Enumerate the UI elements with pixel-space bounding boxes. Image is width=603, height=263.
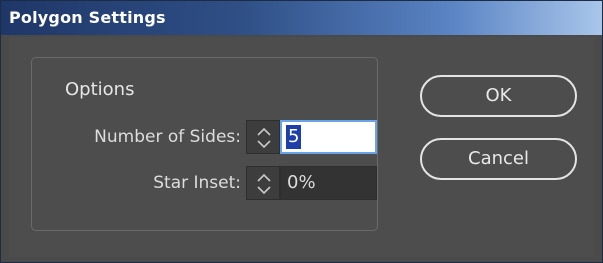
polygon-settings-dialog: Polygon Settings Options Number of Sides… bbox=[0, 0, 603, 263]
star-inset-value: 0% bbox=[287, 172, 316, 193]
options-group-legend: Options bbox=[55, 79, 143, 101]
number-of-sides-input[interactable]: 5 bbox=[280, 120, 377, 154]
ok-button[interactable]: OK bbox=[420, 75, 577, 117]
up-down-arrows-icon bbox=[257, 173, 271, 195]
dialog-title: Polygon Settings bbox=[9, 8, 166, 27]
title-bar: Polygon Settings bbox=[1, 1, 602, 35]
number-of-sides-spinner[interactable] bbox=[246, 120, 280, 154]
number-of-sides-label: Number of Sides: bbox=[94, 127, 241, 147]
up-down-arrows-icon bbox=[257, 127, 271, 149]
star-inset-label: Star Inset: bbox=[153, 173, 241, 193]
number-of-sides-value: 5 bbox=[286, 125, 302, 149]
star-inset-input[interactable]: 0% bbox=[280, 166, 377, 200]
cancel-button[interactable]: Cancel bbox=[420, 138, 577, 180]
star-inset-spinner[interactable] bbox=[246, 166, 280, 200]
